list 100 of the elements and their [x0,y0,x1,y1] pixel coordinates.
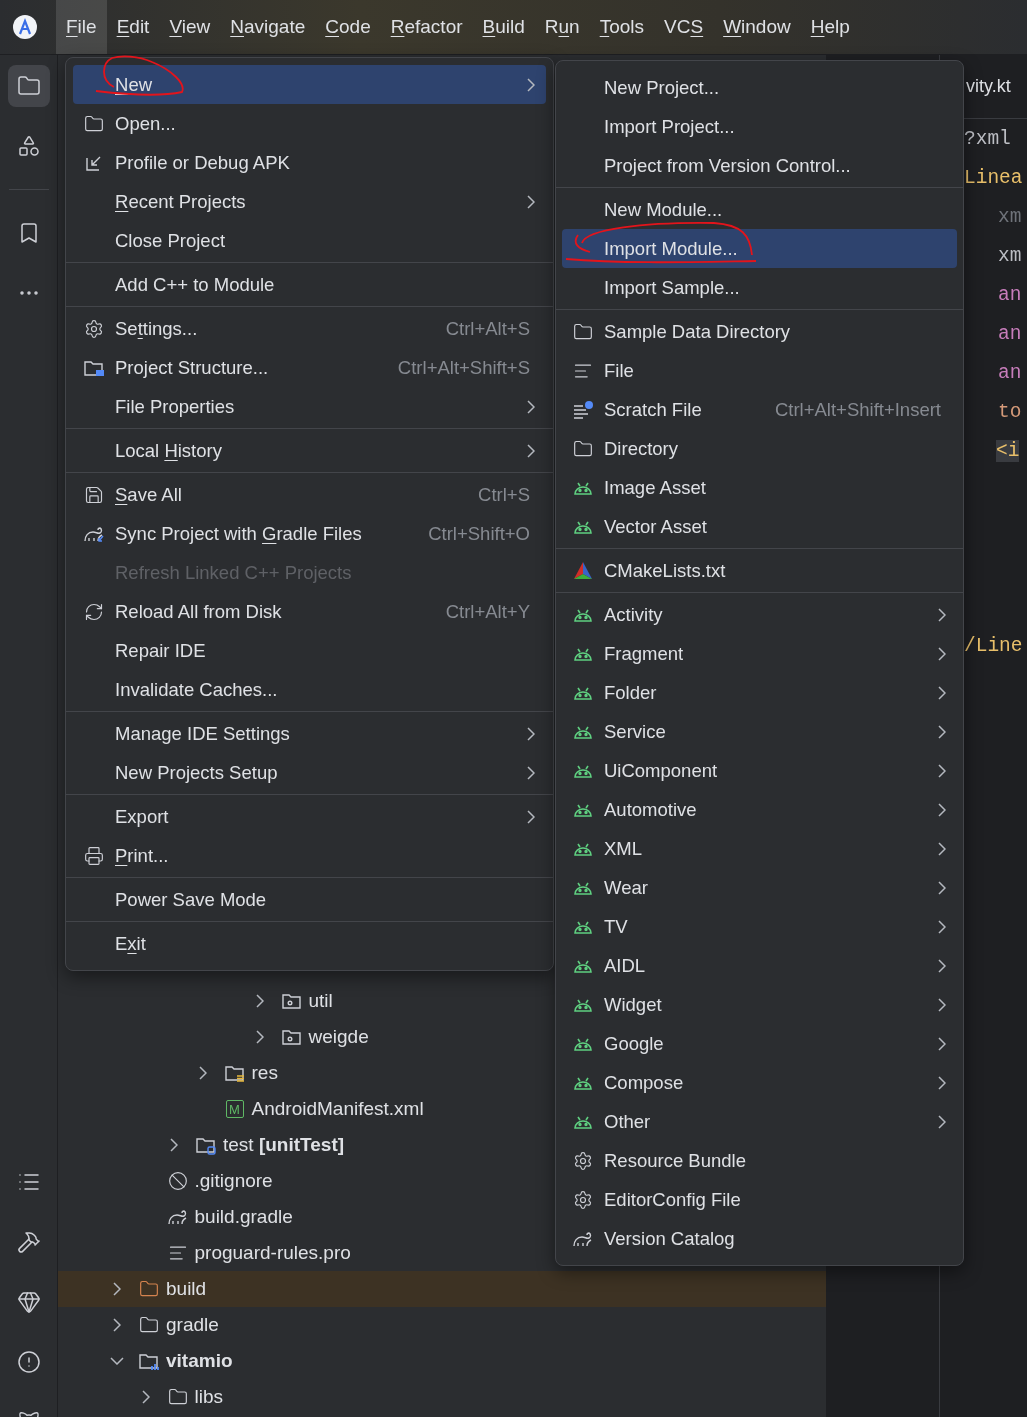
menu-item[interactable]: File Properties [73,387,546,426]
menu-item[interactable]: Directory [562,429,957,468]
menu-bar-item[interactable]: Code [315,0,381,54]
menu-item[interactable]: Repair IDE [73,631,546,670]
package-folder-icon [280,991,303,1011]
triangle-logo-icon [573,560,593,581]
menu-item[interactable]: New Project... [562,68,957,107]
chevron-right-icon [938,997,946,1012]
menu-item[interactable]: Scratch File Ctrl+Alt+Shift+Insert [562,390,957,429]
menu-bar-item[interactable]: Run [534,0,590,54]
tree-item[interactable]: build [58,1271,826,1307]
menu-item[interactable]: Activity [562,595,957,634]
chevron-right-icon [255,994,264,1008]
menu-item[interactable]: Reload All from Disk Ctrl+Alt+Y [73,592,546,631]
menu-item[interactable]: Print... [73,836,546,875]
folder-icon [139,1315,159,1335]
chevron-right-icon [938,802,946,817]
chevron-right-icon [527,194,535,209]
hammer-icon[interactable] [16,1230,41,1254]
menu-item[interactable]: AIDL [562,946,957,985]
menu-item[interactable]: Import Project... [562,107,957,146]
tree-item[interactable]: gradle [58,1307,826,1343]
code-text: an [998,283,1022,306]
editor-tab[interactable]: vity.kt [966,76,1011,97]
code-text: <i [996,439,1020,462]
menu-item[interactable]: Open... [73,104,546,143]
chevron-right-icon [938,841,946,856]
menu-item[interactable]: Import Sample... [562,268,957,307]
menu-item[interactable]: Sync Project with Gradle Files Ctrl+Shift+O [73,514,546,553]
menu-item[interactable]: Resource Bundle [562,1141,957,1180]
chevron-right-icon [527,399,535,414]
tool-window-button[interactable] [7,65,50,107]
menu-item[interactable]: Import Module... [562,229,957,268]
menu-bar-item[interactable]: Window [713,0,801,54]
menu-item[interactable]: Google [562,1024,957,1063]
menu-bar-item[interactable]: Build [472,0,535,54]
menu-bar-item[interactable]: Help [800,0,860,54]
menu-item[interactable]: Recent Projects [73,182,546,221]
menu-item[interactable]: Power Save Mode [73,880,546,919]
menu-item[interactable]: XML [562,829,957,868]
menu-bar-item[interactable]: View [159,0,221,54]
shapes-icon[interactable] [16,134,41,158]
code-text: Linea [964,166,1023,189]
menu-item[interactable]: Export [73,797,546,836]
menu-item[interactable]: Project Structure... Ctrl+Alt+Shift+S [73,348,546,387]
menu-bar-item[interactable]: Edit [106,0,160,54]
menu-item[interactable]: Save All Ctrl+S [73,475,546,514]
code-text: an [998,361,1022,384]
tree-item[interactable]: vitamio [58,1343,826,1379]
chevron-right-icon [527,443,535,458]
menu-item[interactable]: Project from Version Control... [562,146,957,185]
menu-item[interactable]: UiComponent [562,751,957,790]
menu-item[interactable]: Folder [562,673,957,712]
menu-item[interactable]: Invalidate Caches... [73,670,546,709]
menu-item[interactable]: EditorConfig File [562,1180,957,1219]
chevron-down-icon [110,1357,124,1365]
alert-icon[interactable] [16,1350,41,1374]
menu-item[interactable]: Add C++ to Module [73,265,546,304]
menu-item[interactable]: Compose [562,1063,957,1102]
chevron-right-icon [938,1036,946,1051]
menu-item[interactable]: Other [562,1102,957,1141]
project-icon[interactable] [16,74,41,98]
menu-item[interactable]: Close Project [73,221,546,260]
menu-item[interactable]: New Projects Setup [73,753,546,792]
chevron-right-icon [938,958,946,973]
menu-item[interactable]: Automotive [562,790,957,829]
chevron-right-icon [938,724,946,739]
menu-item[interactable]: New [73,65,546,104]
menu-item[interactable]: Service [562,712,957,751]
tree-item[interactable]: libs [58,1379,826,1415]
menu-bar-item[interactable]: Refactor [380,0,473,54]
menu-item[interactable]: Settings... Ctrl+Alt+S [73,309,546,348]
menu-item[interactable]: File [562,351,957,390]
code-text: ?xml [964,127,1011,150]
menu-bar-item[interactable]: VCS [654,0,714,54]
menu-item[interactable]: Wear [562,868,957,907]
code-text: /Line [964,634,1023,657]
reload-icon [84,601,104,622]
chevron-right-icon [141,1390,150,1404]
menu-item[interactable]: CMakeLists.txt [562,551,957,590]
menu-item[interactable]: Sample Data Directory [562,312,957,351]
menu-item[interactable]: Vector Asset [562,507,957,546]
menu-item[interactable]: Image Asset [562,468,957,507]
menu-item[interactable]: Exit [73,924,546,963]
menu-bar-item[interactable]: Navigate [220,0,316,54]
menu-item[interactable]: Manage IDE Settings [73,714,546,753]
chevron-right-icon [938,1075,946,1090]
menu-item[interactable]: Profile or Debug APK [73,143,546,182]
menu-item[interactable]: New Module... [562,190,957,229]
menu-bar-item[interactable]: Tools [589,0,655,54]
chevron-right-icon [527,77,535,92]
menu-item[interactable]: Local History [73,431,546,470]
menu-bar-item[interactable]: File [56,0,107,54]
test-folder-icon [195,1135,217,1155]
menu-item[interactable]: Widget [562,985,957,1024]
menu-item[interactable]: Version Catalog [562,1219,957,1258]
menu-item[interactable]: TV [562,907,957,946]
menu-item[interactable]: Fragment [562,634,957,673]
code-text: xm [998,205,1022,228]
diamond-icon[interactable] [16,1290,41,1314]
